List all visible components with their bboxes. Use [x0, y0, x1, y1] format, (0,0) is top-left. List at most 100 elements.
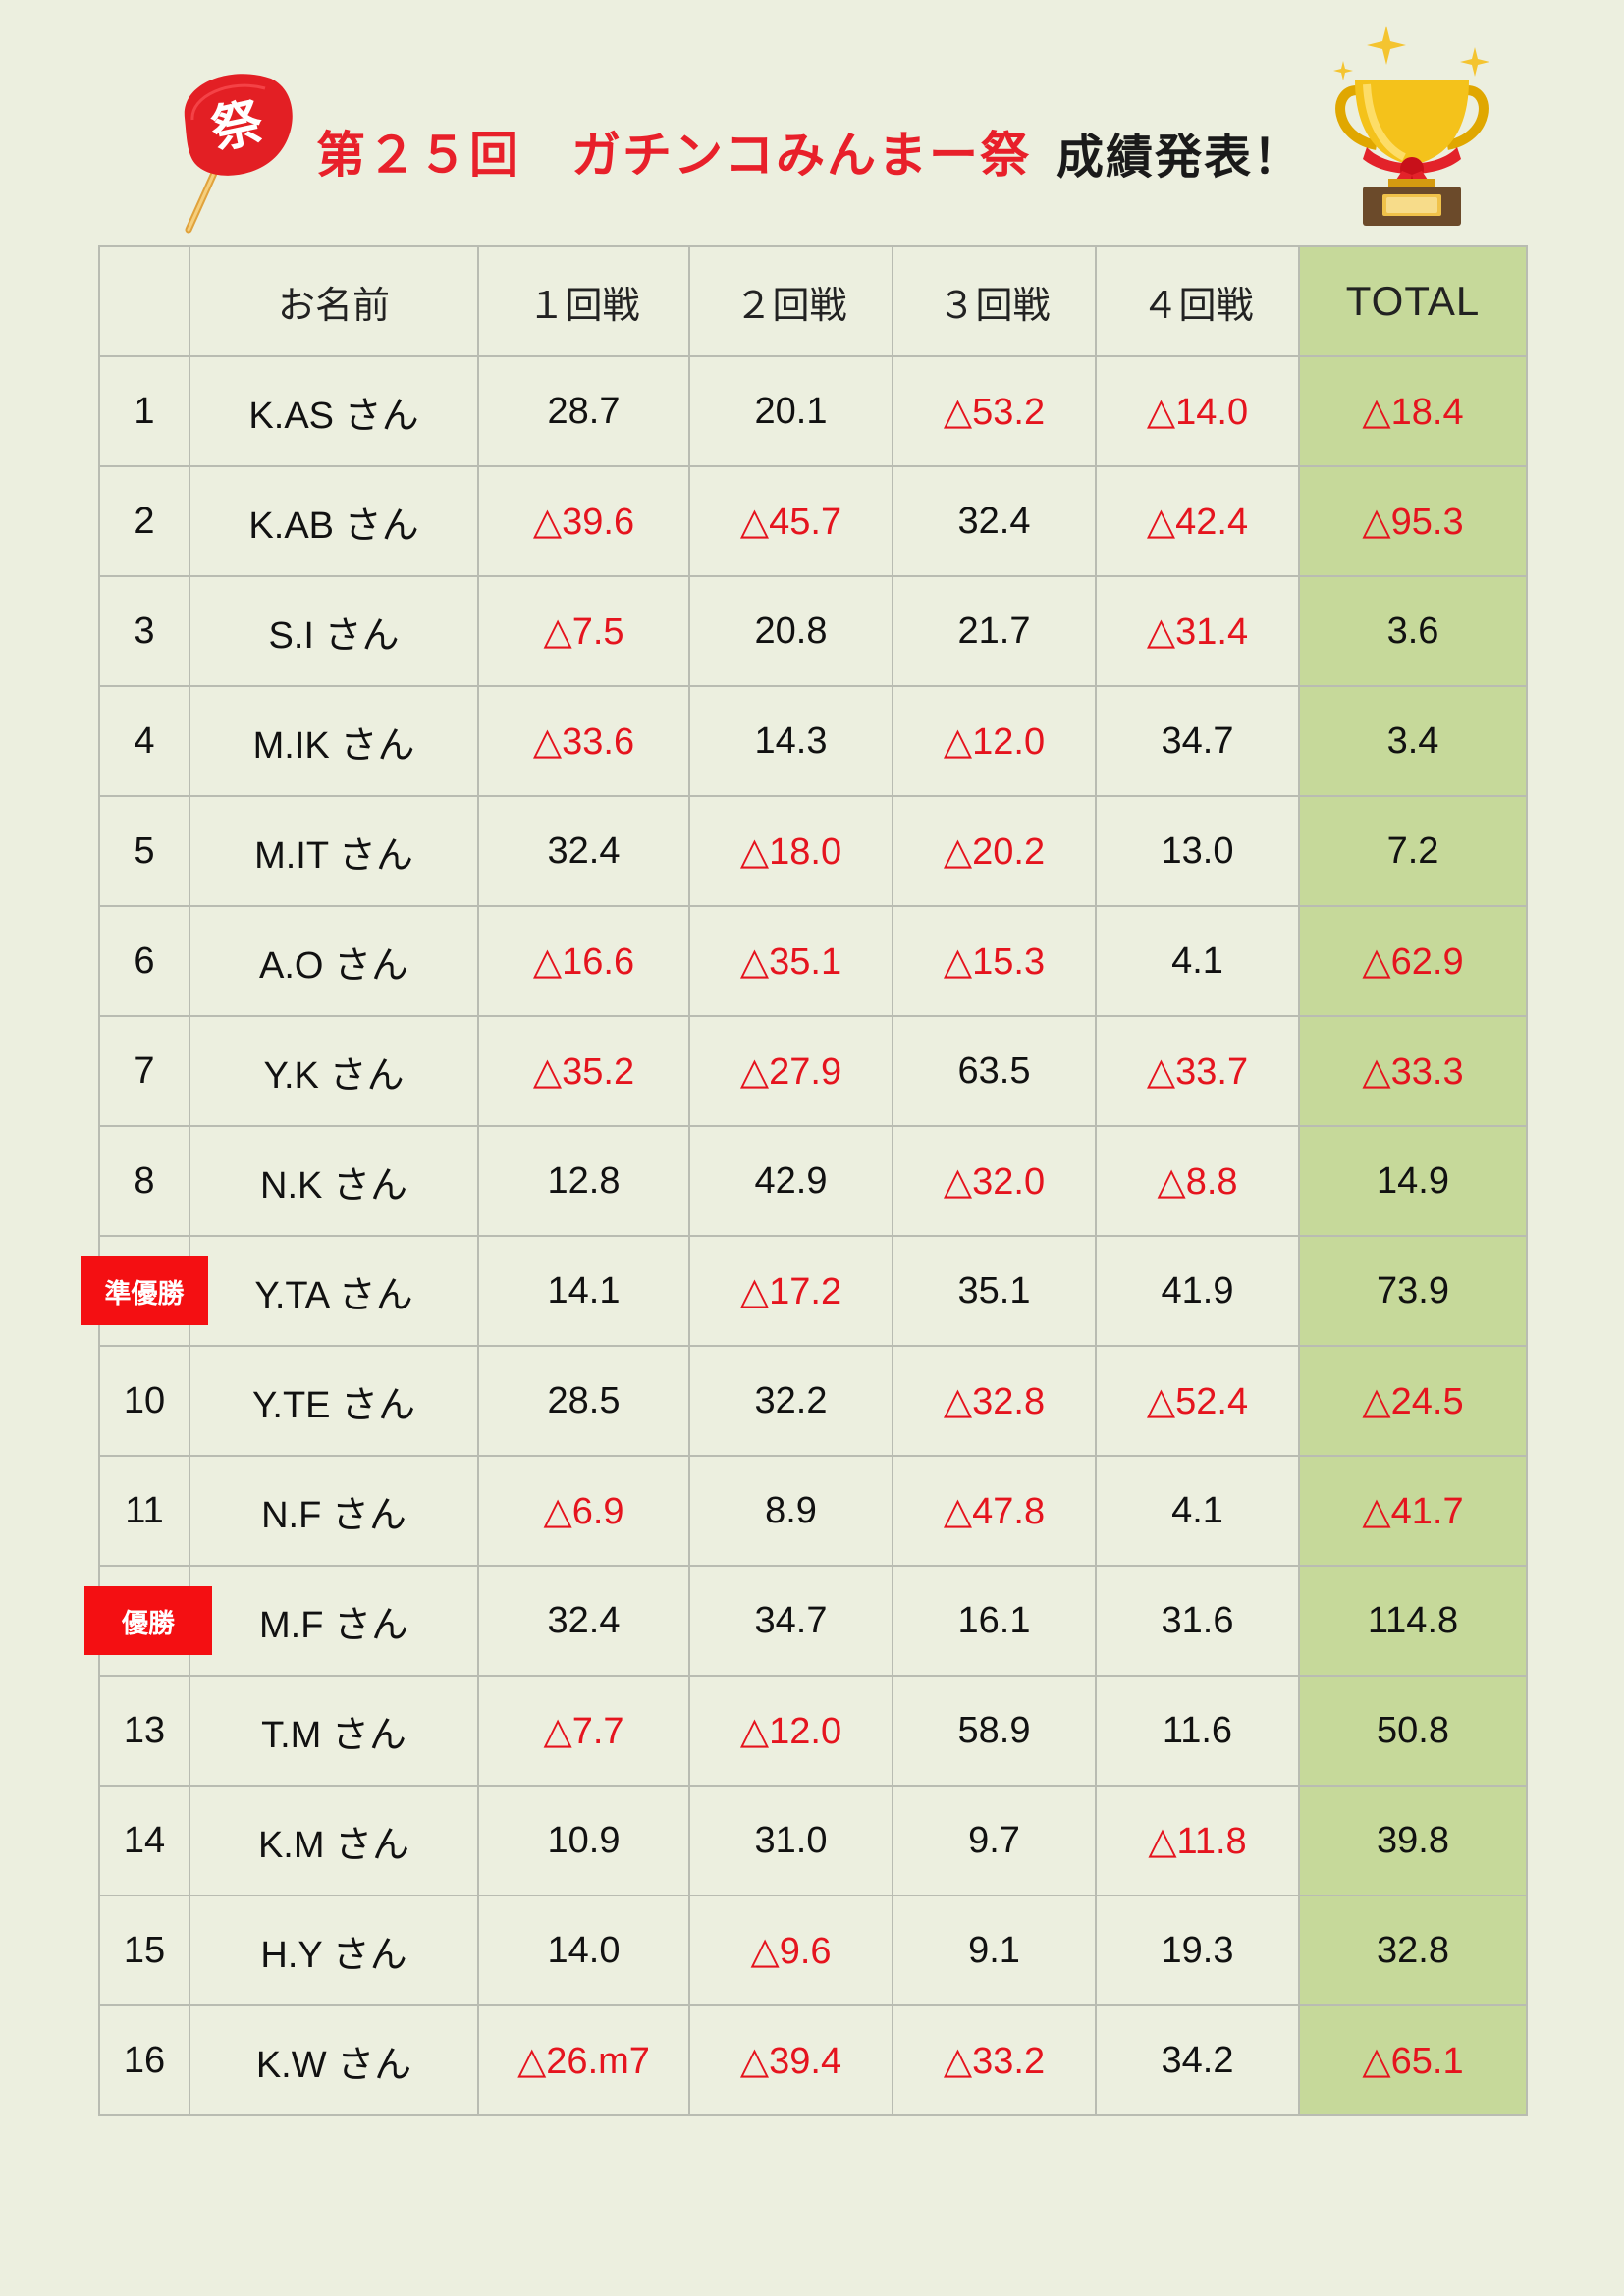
player-name: T.M さん	[189, 1675, 479, 1787]
total-score: 39.8	[1298, 1785, 1528, 1896]
table-row: 15 H.Y さん 14.0 △9.6 9.1 19.3 32.8	[98, 1895, 1528, 2006]
round-4-score: △42.4	[1095, 465, 1300, 577]
player-name: S.I さん	[189, 575, 479, 687]
player-name: M.IK さん	[189, 685, 479, 797]
total-score: 7.2	[1298, 795, 1528, 907]
round-2-score: 42.9	[688, 1125, 893, 1237]
player-name: Y.TA さん	[189, 1235, 479, 1347]
total-score: △65.1	[1298, 2004, 1528, 2116]
round-3-score: △20.2	[892, 795, 1097, 907]
round-3-score: △12.0	[892, 685, 1097, 797]
trophy-icon	[1333, 26, 1489, 226]
rank-cell: 11	[98, 1455, 190, 1567]
round-1-score: △26.m7	[477, 2004, 690, 2116]
header-total: TOTAL	[1298, 245, 1528, 357]
round-1-score: 10.9	[477, 1785, 690, 1896]
round-3-score: △33.2	[892, 2004, 1097, 2116]
table-header-row: お名前 １回戦 ２回戦 ３回戦 ４回戦 TOTAL	[98, 245, 1528, 357]
header-name: お名前	[189, 245, 479, 357]
round-2-score: △17.2	[688, 1235, 893, 1347]
table-row: 8 N.K さん 12.8 42.9 △32.0 △8.8 14.9	[98, 1125, 1528, 1237]
header-round-2: ２回戦	[688, 245, 893, 357]
header-round-4: ４回戦	[1095, 245, 1300, 357]
table-row: 13 T.M さん △7.7 △12.0 58.9 11.6 50.8	[98, 1675, 1528, 1787]
round-1-score: △39.6	[477, 465, 690, 577]
round-4-score: 31.6	[1095, 1565, 1300, 1677]
page-subtitle: 成績発表！	[1056, 130, 1303, 185]
table-row: 準優勝 Y.TA さん 14.1 △17.2 35.1 41.9 73.9	[81, 1235, 1528, 1347]
round-3-score: 63.5	[892, 1015, 1097, 1127]
round-1-score: 32.4	[477, 795, 690, 907]
player-name: M.IT さん	[189, 795, 479, 907]
rank-cell: 6	[98, 905, 190, 1017]
player-name: K.AB さん	[189, 465, 479, 577]
round-4-score: △14.0	[1095, 355, 1300, 467]
table-row: 優勝 M.F さん 32.4 34.7 16.1 31.6 114.8	[84, 1565, 1528, 1677]
round-2-score: △9.6	[688, 1895, 893, 2006]
player-name: N.F さん	[189, 1455, 479, 1567]
round-3-score: △32.8	[892, 1345, 1097, 1457]
total-score: △62.9	[1298, 905, 1528, 1017]
round-4-score: △52.4	[1095, 1345, 1300, 1457]
round-3-score: △47.8	[892, 1455, 1097, 1567]
round-2-score: △12.0	[688, 1675, 893, 1787]
page-title: 第２５回 ガチンコみんまー祭	[316, 127, 1031, 184]
round-3-score: △32.0	[892, 1125, 1097, 1237]
total-score: 14.9	[1298, 1125, 1528, 1237]
round-2-score: △35.1	[688, 905, 893, 1017]
rank-cell: 準優勝	[81, 1235, 208, 1347]
round-2-score: △45.7	[688, 465, 893, 577]
total-score: △95.3	[1298, 465, 1528, 577]
rank-cell: 2	[98, 465, 190, 577]
rank-cell: 5	[98, 795, 190, 907]
round-2-score: 31.0	[688, 1785, 893, 1896]
header: 祭 第２５回 ガチンコみんまー祭 成績発表！	[0, 0, 1624, 245]
round-2-score: △39.4	[688, 2004, 893, 2116]
rank-cell: 16	[98, 2004, 190, 2116]
player-name: A.O さん	[189, 905, 479, 1017]
round-4-score: △8.8	[1095, 1125, 1300, 1237]
header-round-3: ３回戦	[892, 245, 1097, 357]
round-2-score: △18.0	[688, 795, 893, 907]
table-row: 16 K.W さん △26.m7 △39.4 △33.2 34.2 △65.1	[98, 2004, 1528, 2116]
total-score: 32.8	[1298, 1895, 1528, 2006]
total-score: 50.8	[1298, 1675, 1528, 1787]
player-name: K.AS さん	[189, 355, 479, 467]
rank-cell: 14	[98, 1785, 190, 1896]
round-4-score: 11.6	[1095, 1675, 1300, 1787]
round-3-score: 32.4	[892, 465, 1097, 577]
table-row: 10 Y.TE さん 28.5 32.2 △32.8 △52.4 △24.5	[98, 1345, 1528, 1457]
round-2-score: 20.8	[688, 575, 893, 687]
player-name: Y.K さん	[189, 1015, 479, 1127]
total-score: △24.5	[1298, 1345, 1528, 1457]
total-score: △33.3	[1298, 1015, 1528, 1127]
rank-cell: 3	[98, 575, 190, 687]
total-score: △18.4	[1298, 355, 1528, 467]
table-row: 6 A.O さん △16.6 △35.1 △15.3 4.1 △62.9	[98, 905, 1528, 1017]
table-row: 5 M.IT さん 32.4 △18.0 △20.2 13.0 7.2	[98, 795, 1528, 907]
round-4-score: △31.4	[1095, 575, 1300, 687]
rank-cell: 7	[98, 1015, 190, 1127]
round-4-score: 13.0	[1095, 795, 1300, 907]
round-1-score: △16.6	[477, 905, 690, 1017]
rank-cell: 13	[98, 1675, 190, 1787]
table-row: 3 S.I さん △7.5 20.8 21.7 △31.4 3.6	[98, 575, 1528, 687]
round-1-score: △7.5	[477, 575, 690, 687]
table-row: 7 Y.K さん △35.2 △27.9 63.5 △33.7 △33.3	[98, 1015, 1528, 1127]
rank-cell: 優勝	[84, 1565, 212, 1677]
total-score: △41.7	[1298, 1455, 1528, 1567]
round-3-score: 16.1	[892, 1565, 1097, 1677]
rank-cell: 4	[98, 685, 190, 797]
round-1-score: 14.1	[477, 1235, 690, 1347]
table-row: 2 K.AB さん △39.6 △45.7 32.4 △42.4 △95.3	[98, 465, 1528, 577]
round-3-score: 35.1	[892, 1235, 1097, 1347]
table-row: 11 N.F さん △6.9 8.9 △47.8 4.1 △41.7	[98, 1455, 1528, 1567]
round-1-score: 28.7	[477, 355, 690, 467]
header-rank	[98, 245, 190, 357]
round-4-score: 41.9	[1095, 1235, 1300, 1347]
round-1-score: 12.8	[477, 1125, 690, 1237]
table-row: 4 M.IK さん △33.6 14.3 △12.0 34.7 3.4	[98, 685, 1528, 797]
round-4-score: △33.7	[1095, 1015, 1300, 1127]
round-1-score: 14.0	[477, 1895, 690, 2006]
round-1-score: △7.7	[477, 1675, 690, 1787]
